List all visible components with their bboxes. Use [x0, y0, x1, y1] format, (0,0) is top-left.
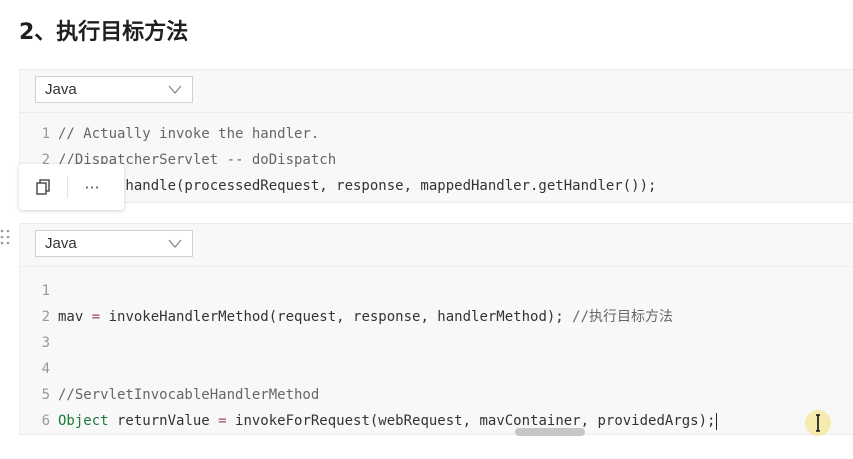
line-number: 1: [41, 283, 50, 299]
language-select[interactable]: Java: [35, 230, 193, 257]
code-line[interactable]: 6 Object returnValue = invokeForRequest(w…: [20, 408, 853, 434]
chevron-down-icon: [168, 85, 182, 94]
line-number: 1: [41, 126, 50, 142]
code-line[interactable]: 5 //ServletInvocableHandlerMethod: [20, 382, 853, 408]
code-line[interactable]: 1 // Actually invoke the handler.: [20, 121, 853, 147]
code-line[interactable]: 3mv = ha.handle(processedRequest, respon…: [20, 173, 853, 199]
more-options-button[interactable]: ···: [68, 171, 116, 203]
language-select-value: Java: [45, 81, 77, 98]
section-heading: 2、执行目标方法: [19, 20, 189, 45]
more-icon: ···: [84, 177, 100, 197]
code-block-header: Java: [20, 70, 853, 113]
code-token: invokeForRequest(webRequest, mavContaine…: [226, 413, 716, 429]
code-editor[interactable]: 1 2 mav = invokeHandlerMethod(request, res…: [20, 267, 853, 434]
code-token: =: [218, 413, 227, 429]
line-number: 5: [41, 387, 50, 403]
code-line[interactable]: 2//DispatcherServlet -- doDispatch: [20, 147, 853, 173]
code-token: returnValue: [108, 413, 219, 429]
code-editor[interactable]: 1 // Actually invoke the handler. 2//Dispa…: [20, 113, 853, 199]
line-number: 3: [41, 335, 50, 351]
horizontal-scrollbar[interactable]: [515, 428, 585, 436]
chevron-down-icon: [168, 239, 182, 248]
code-line[interactable]: 3: [20, 330, 853, 356]
code-token: invokeHandlerMethod(request, response, h…: [100, 309, 573, 325]
code-token: mv = ha.handle(processedRequest, respons…: [58, 178, 657, 194]
code-block-header: Java: [20, 224, 853, 267]
language-select[interactable]: Java: [35, 76, 193, 103]
code-token: //执行目标方法: [572, 309, 674, 325]
line-number: 2: [41, 309, 50, 325]
mouse-cursor-highlight: [805, 410, 831, 436]
code-token: //ServletInvocableHandlerMethod: [58, 387, 320, 403]
code-line[interactable]: 4: [20, 356, 853, 382]
code-token: // Actually invoke the handler.: [58, 126, 320, 142]
code-token: mav: [58, 309, 92, 325]
code-token: Object: [58, 413, 109, 429]
code-token: =: [91, 309, 101, 325]
code-block-1[interactable]: Java 1 // Actually invoke the handler. 2//…: [19, 69, 853, 203]
code-line[interactable]: 1: [20, 278, 853, 304]
block-toolbar: ···: [19, 164, 124, 210]
line-number: 6: [41, 413, 50, 429]
code-block-2[interactable]: Java 1 2 mav = invokeHandlerMethod(request…: [19, 223, 853, 435]
line-number: 4: [41, 361, 50, 377]
language-select-value: Java: [45, 235, 77, 252]
text-caret: [716, 412, 718, 430]
copy-icon: [36, 179, 50, 195]
drag-handle-icon[interactable]: [0, 228, 10, 246]
copy-button[interactable]: [19, 171, 67, 203]
code-line[interactable]: 2 mav = invokeHandlerMethod(request, resp…: [20, 304, 853, 330]
text-cursor-icon: [816, 414, 820, 432]
